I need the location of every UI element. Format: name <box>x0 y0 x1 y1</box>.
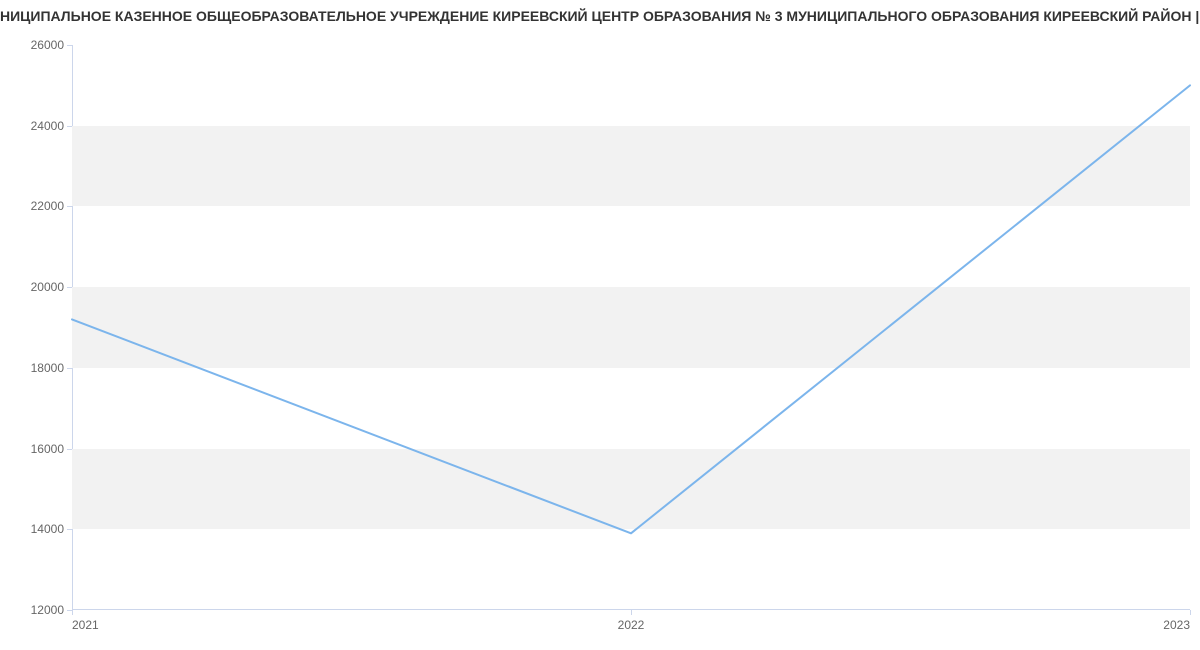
y-tick-label: 20000 <box>0 280 64 294</box>
y-tick-mark <box>67 529 72 530</box>
y-tick-label: 24000 <box>0 119 64 133</box>
y-tick-mark <box>67 449 72 450</box>
x-tick-mark <box>1190 610 1191 615</box>
y-tick-mark <box>67 45 72 46</box>
y-tick-mark <box>67 126 72 127</box>
y-tick-label: 14000 <box>0 522 64 536</box>
chart-container: НИЦИПАЛЬНОЕ КАЗЕННОЕ ОБЩЕОБРАЗОВАТЕЛЬНОЕ… <box>0 0 1200 650</box>
y-tick-label: 22000 <box>0 199 64 213</box>
y-tick-label: 12000 <box>0 603 64 617</box>
y-tick-label: 16000 <box>0 442 64 456</box>
x-tick-label: 2022 <box>618 618 645 632</box>
line-chart-svg <box>72 45 1190 610</box>
x-tick-mark <box>631 610 632 615</box>
series-1-line <box>72 85 1190 533</box>
x-tick-label: 2023 <box>1163 618 1190 632</box>
y-tick-mark <box>67 368 72 369</box>
x-tick-mark <box>72 610 73 615</box>
y-tick-label: 18000 <box>0 361 64 375</box>
plot-area <box>72 45 1190 610</box>
y-tick-mark <box>67 206 72 207</box>
y-tick-mark <box>67 287 72 288</box>
chart-title: НИЦИПАЛЬНОЕ КАЗЕННОЕ ОБЩЕОБРАЗОВАТЕЛЬНОЕ… <box>0 8 1200 24</box>
x-tick-label: 2021 <box>72 618 99 632</box>
y-tick-label: 26000 <box>0 38 64 52</box>
